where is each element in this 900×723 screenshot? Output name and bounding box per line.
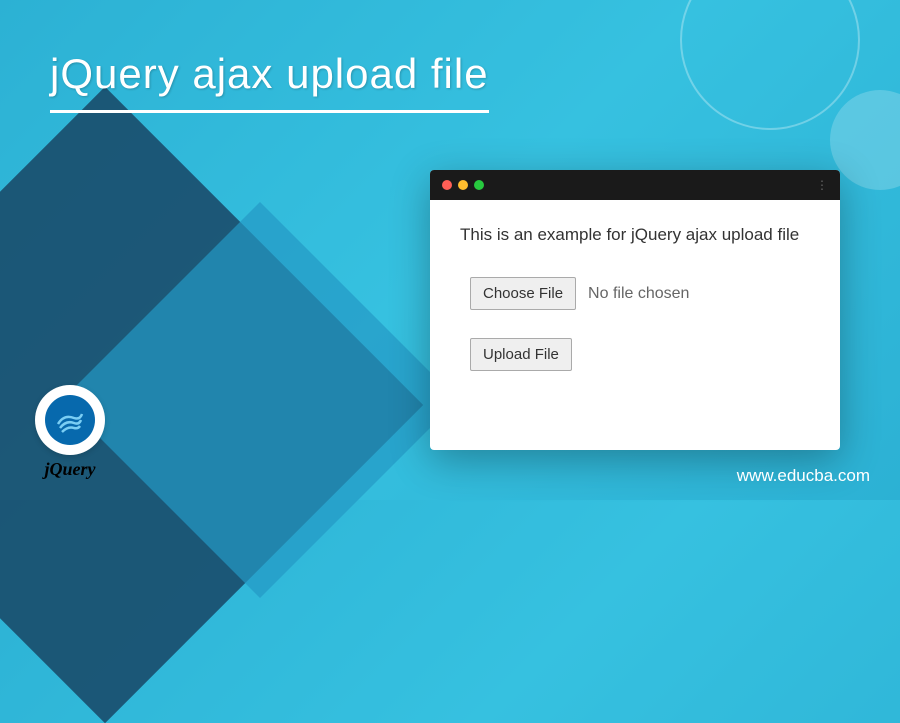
logo-text: jQuery	[45, 459, 96, 480]
file-status-text: No file chosen	[588, 285, 689, 303]
jquery-wave-icon	[54, 404, 86, 436]
upload-file-button[interactable]: Upload File	[470, 338, 572, 371]
close-icon[interactable]	[442, 180, 452, 190]
file-input-row: Choose File No file chosen	[460, 277, 810, 310]
minimize-icon[interactable]	[458, 180, 468, 190]
bg-circle-fill	[830, 90, 900, 190]
jquery-logo: jQuery	[35, 385, 105, 480]
website-url: www.educba.com	[737, 466, 870, 486]
browser-window: ⋮ This is an example for jQuery ajax upl…	[430, 170, 840, 450]
example-heading: This is an example for jQuery ajax uploa…	[460, 225, 810, 245]
window-menu-icon[interactable]: ⋮	[816, 178, 828, 192]
browser-content: This is an example for jQuery ajax uploa…	[430, 200, 840, 396]
page-title: jQuery ajax upload file	[50, 50, 489, 113]
bg-circle-outline	[680, 0, 860, 130]
logo-circle-outer	[35, 385, 105, 455]
logo-circle-inner	[45, 395, 95, 445]
browser-titlebar: ⋮	[430, 170, 840, 200]
choose-file-button[interactable]: Choose File	[470, 277, 576, 310]
upload-row: Upload File	[460, 338, 810, 371]
maximize-icon[interactable]	[474, 180, 484, 190]
